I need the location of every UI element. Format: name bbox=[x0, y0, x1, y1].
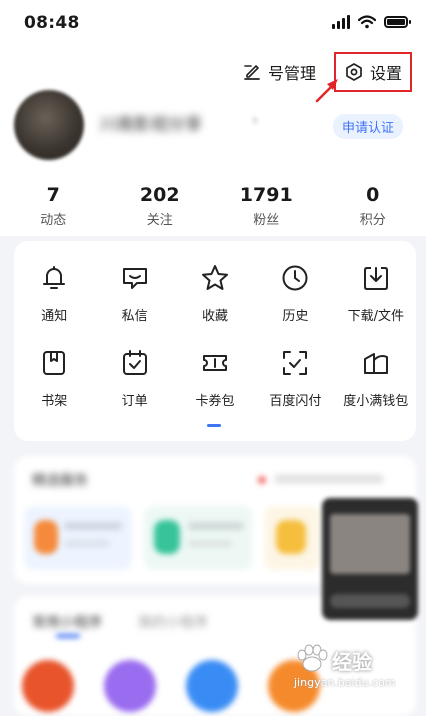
blurred-text-bar bbox=[188, 522, 244, 530]
blurred-tile-icon bbox=[34, 520, 58, 554]
stats-row: 7 动态 202 关注 1791 粉丝 0 积分 bbox=[0, 184, 426, 228]
clock-icon bbox=[278, 261, 312, 295]
my-mini-programs-tab[interactable]: 我的小程序 bbox=[138, 612, 208, 632]
stat-following[interactable]: 202 关注 bbox=[115, 184, 205, 228]
blurred-text-bar bbox=[274, 474, 384, 484]
settings-label: 设置 bbox=[369, 64, 402, 83]
service-bookshelf[interactable]: 书架 bbox=[14, 346, 94, 409]
cellular-signal-icon bbox=[332, 15, 350, 29]
page-indicator bbox=[207, 424, 221, 427]
service-baidu-pay[interactable]: 百度闪付 bbox=[255, 346, 335, 409]
avatar[interactable] bbox=[14, 90, 84, 160]
order-icon bbox=[118, 346, 152, 380]
status-bar: 08:48 bbox=[0, 0, 426, 46]
mini-program-icon[interactable] bbox=[22, 660, 74, 712]
service-label: 下载/文件 bbox=[347, 309, 404, 324]
bookshelf-icon bbox=[37, 346, 71, 380]
service-favorites[interactable]: 收藏 bbox=[175, 261, 255, 324]
settings-button[interactable]: 设置 bbox=[333, 52, 412, 92]
blurred-text-bar bbox=[64, 540, 110, 547]
watermark-brand: 经验 bbox=[332, 650, 372, 674]
blurred-text-bar bbox=[64, 522, 122, 530]
paw-logo-icon bbox=[297, 644, 328, 672]
service-label: 百度闪付 bbox=[269, 394, 322, 409]
service-downloads[interactable]: 下载/文件 bbox=[336, 261, 416, 324]
service-label: 订单 bbox=[121, 394, 148, 409]
services-card: 通知 私信 收藏 历史 下载/文件 书架 订单 卡券包 百度闪付 度小满钱包 bbox=[14, 241, 416, 441]
annotation-arrow-icon bbox=[315, 79, 338, 103]
battery-icon bbox=[384, 16, 411, 28]
video-thumbnail bbox=[330, 514, 410, 574]
service-coupons[interactable]: 卡券包 bbox=[175, 346, 255, 409]
download-icon bbox=[359, 261, 393, 295]
red-dot-icon bbox=[258, 476, 266, 484]
account-manage-button[interactable]: 号管理 bbox=[242, 60, 316, 84]
mini-program-icon[interactable] bbox=[186, 660, 238, 712]
service-label: 收藏 bbox=[201, 309, 228, 324]
settings-hexagon-icon bbox=[346, 63, 362, 81]
service-label: 历史 bbox=[282, 309, 309, 324]
watermark-url: jingyan.baidu.com bbox=[294, 676, 396, 689]
service-label: 卡券包 bbox=[195, 394, 235, 409]
stat-value: 202 bbox=[139, 184, 180, 206]
stat-label: 关注 bbox=[146, 213, 173, 228]
stat-fans[interactable]: 1791 粉丝 bbox=[221, 184, 311, 228]
service-label: 度小满钱包 bbox=[343, 394, 409, 409]
service-history[interactable]: 历史 bbox=[255, 261, 335, 324]
service-orders[interactable]: 订单 bbox=[94, 346, 174, 409]
stat-value: 1791 bbox=[239, 184, 293, 206]
services-grid: 通知 私信 收藏 历史 下载/文件 书架 订单 卡券包 百度闪付 度小满钱包 bbox=[14, 261, 416, 409]
bell-icon bbox=[37, 261, 71, 295]
service-messages[interactable]: 私信 bbox=[94, 261, 174, 324]
nickname[interactable]: 川南影视分享 bbox=[100, 110, 202, 135]
tab-indicator bbox=[56, 634, 80, 638]
message-icon bbox=[118, 261, 152, 295]
stat-label: 粉丝 bbox=[253, 213, 280, 228]
mini-programs-title: 常用小程序 bbox=[32, 615, 102, 631]
floating-video-window[interactable] bbox=[322, 498, 418, 620]
stat-label: 动态 bbox=[40, 213, 67, 228]
edit-icon bbox=[244, 65, 260, 80]
stat-value: 0 bbox=[366, 184, 380, 206]
mini-program-icon[interactable] bbox=[104, 660, 156, 712]
blurred-text-bar bbox=[188, 540, 232, 547]
video-control-bar bbox=[330, 594, 410, 608]
featured-services-title: 精选服务 bbox=[32, 473, 88, 489]
service-label: 通知 bbox=[41, 309, 68, 324]
watermark: 经验 jingyan.baidu.com bbox=[290, 640, 420, 700]
stat-points[interactable]: 0 积分 bbox=[328, 184, 418, 228]
wallet-icon bbox=[359, 346, 393, 380]
profile-header: 号管理 设置 川南影视分享 › 申请认证 7 动态 202 关注 1791 粉丝 bbox=[0, 46, 426, 236]
coupon-icon bbox=[198, 346, 232, 380]
status-time: 08:48 bbox=[24, 13, 80, 33]
stat-value: 7 bbox=[46, 184, 60, 206]
stat-posts[interactable]: 7 动态 bbox=[8, 184, 98, 228]
service-notifications[interactable]: 通知 bbox=[14, 261, 94, 324]
star-icon bbox=[198, 261, 232, 295]
blurred-tile-icon bbox=[276, 520, 306, 554]
scan-pay-icon bbox=[278, 346, 312, 380]
chevron-right-icon: › bbox=[252, 110, 259, 129]
service-label: 私信 bbox=[121, 309, 148, 324]
account-manage-label: 号管理 bbox=[267, 64, 316, 83]
service-wallet[interactable]: 度小满钱包 bbox=[336, 346, 416, 409]
apply-certification-button[interactable]: 申请认证 bbox=[333, 114, 404, 139]
wifi-icon bbox=[358, 15, 376, 29]
status-icons bbox=[332, 15, 411, 29]
service-label: 书架 bbox=[41, 394, 68, 409]
stat-label: 积分 bbox=[359, 213, 386, 228]
blurred-tile-icon bbox=[154, 520, 180, 554]
